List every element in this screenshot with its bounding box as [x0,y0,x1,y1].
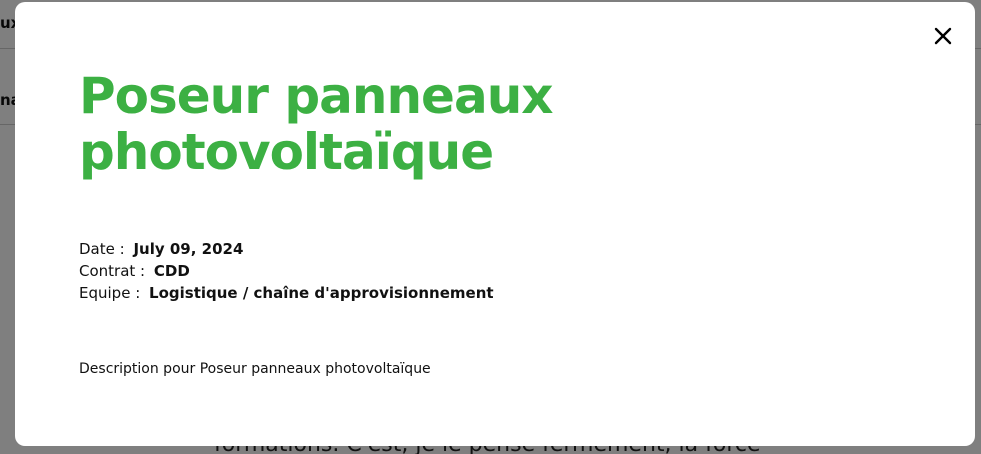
job-team-label: Equipe : [79,284,141,302]
close-icon [934,27,952,45]
job-description: Description pour Poseur panneaux photovo… [79,361,431,377]
job-date-row: Date : July 09, 2024 [79,238,494,260]
job-contract-value: CDD [153,262,190,280]
job-meta: Date : July 09, 2024 Contrat : CDD Equip… [79,238,494,304]
job-team-row: Equipe : Logistique / chaîne d'approvisi… [79,282,494,304]
job-team-value: Logistique / chaîne d'approvisionnement [149,284,494,302]
close-button[interactable] [933,26,953,46]
job-title: Poseur panneaux photovoltaïque [79,67,554,181]
job-details-modal: Poseur panneaux photovoltaïque Date : Ju… [15,2,975,446]
job-contract-label: Contrat : [79,262,146,280]
job-contract-row: Contrat : CDD [79,260,494,282]
job-date-label: Date : [79,240,125,258]
job-date-value: July 09, 2024 [133,240,244,258]
